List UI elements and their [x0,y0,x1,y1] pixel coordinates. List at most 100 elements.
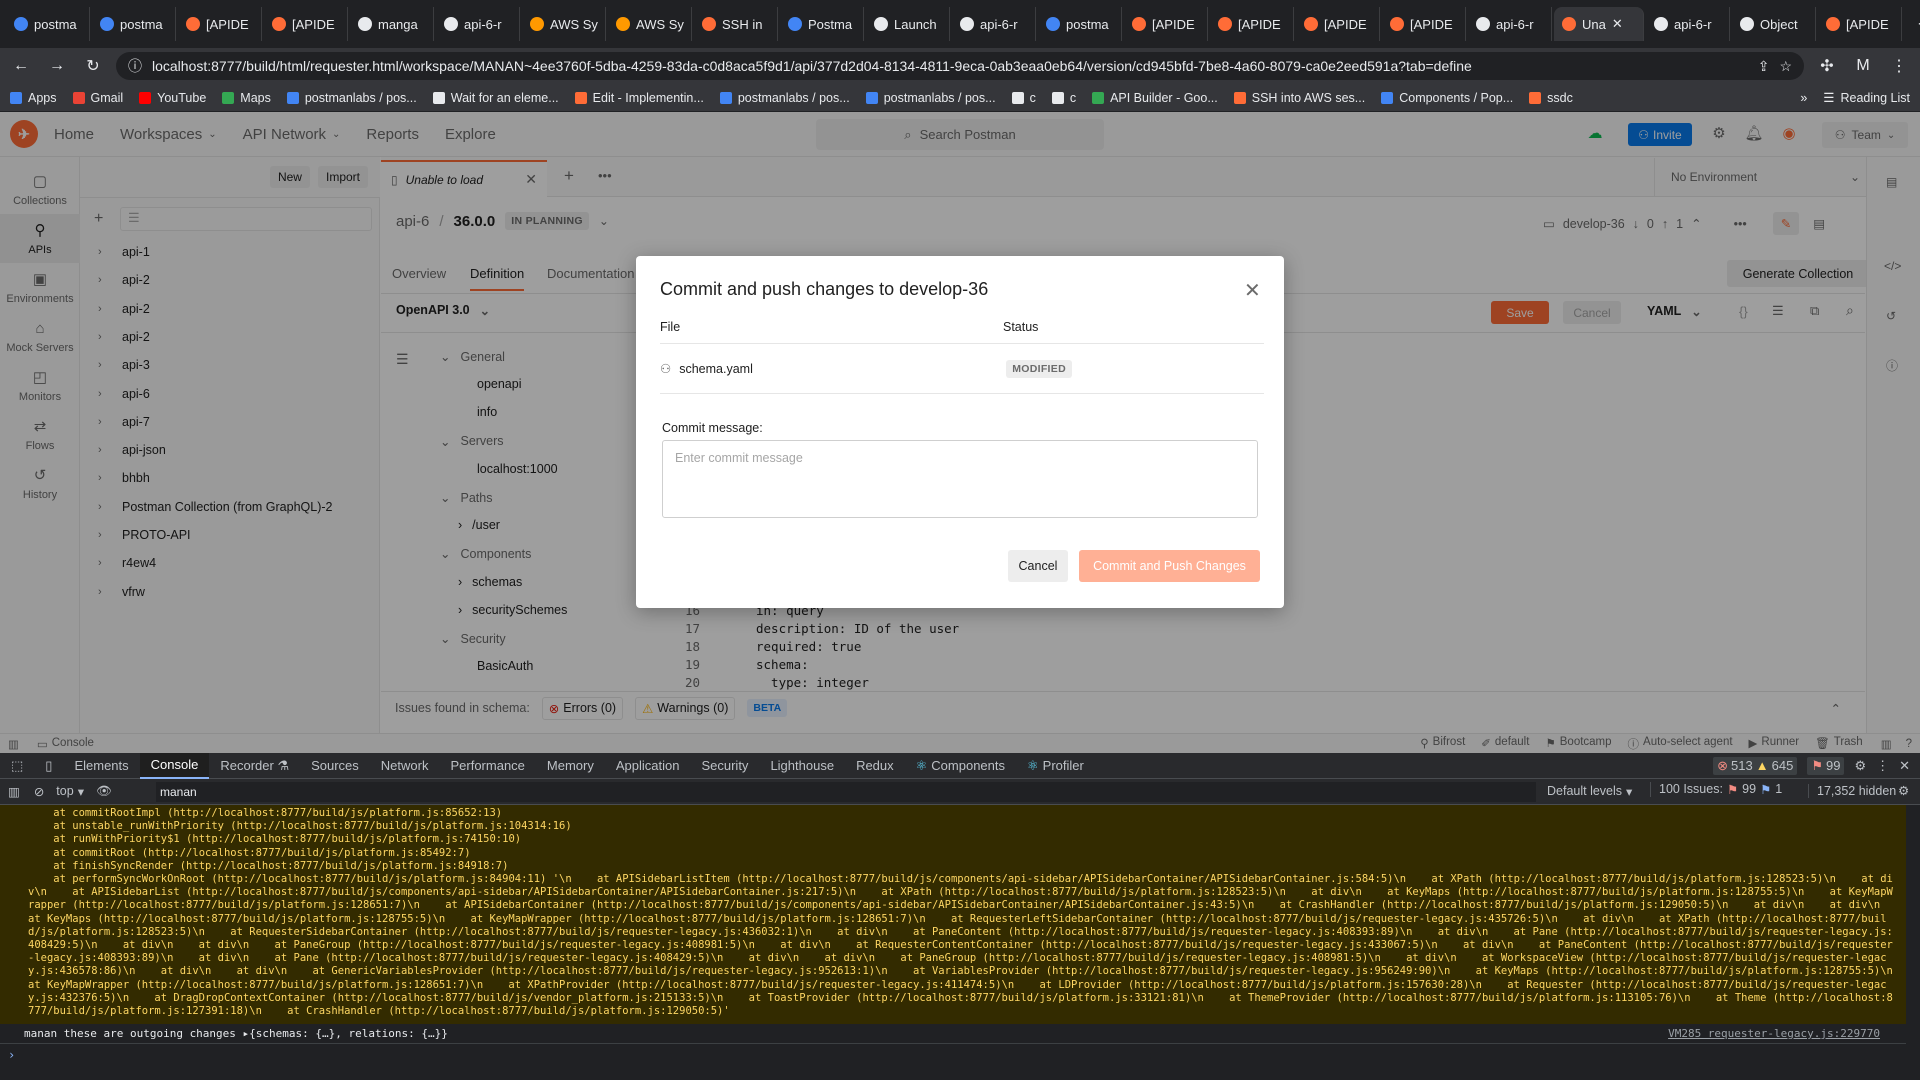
clear-console-icon[interactable]: ⊘ [28,784,50,799]
bookmark-icon [1233,91,1246,104]
site-info-icon[interactable]: ⓘ [128,56,142,76]
devtools-tab-application[interactable]: Application [605,753,691,779]
modal-cancel-button[interactable]: Cancel [1008,550,1068,582]
browser-tab[interactable]: api-6-r [436,7,520,41]
browser-tab[interactable]: [APIDE [1210,7,1294,41]
devtools-tab-profiler[interactable]: ⚛ Profiler [1016,753,1095,779]
browser-tab[interactable]: SSH in [694,7,778,41]
commit-message-input[interactable] [662,440,1258,518]
issue-info-icon: ⚑ [1760,783,1772,797]
device-toolbar-icon[interactable]: ▯ [34,753,63,779]
browser-tab[interactable]: [APIDE [178,7,262,41]
bookmark-item[interactable]: API Builder - Goo... [1092,91,1218,105]
log-source-link[interactable]: VM285 requester-legacy.js:229770 [1668,1027,1880,1040]
bookmark-icon [1051,91,1064,104]
filter-icon[interactable]: ☰ [128,210,140,226]
browser-menu-icon[interactable]: ⋮ [1886,56,1912,76]
browser-tab[interactable]: Launch [866,7,950,41]
devtools-settings-icon[interactable]: ⚙ [1854,758,1866,774]
bookmark-item[interactable]: YouTube [139,91,206,105]
close-icon[interactable]: ✕ [1612,16,1623,32]
browser-tab[interactable]: [APIDE [1124,7,1208,41]
bookmark-item[interactable]: ssdc [1529,91,1573,105]
issues-count[interactable]: ⚑ 99 [1807,756,1845,775]
console-log-message[interactable]: manan these are outgoing changes ▸{schem… [0,1024,1906,1044]
show-sidebar-icon[interactable]: ▥ [0,784,28,799]
bookmark-item[interactable]: postmanlabs / pos... [286,91,417,105]
browser-tab[interactable]: api-6-r [1468,7,1552,41]
address-bar[interactable]: ⓘ localhost:8777/build/html/requester.ht… [116,52,1804,80]
console-settings-icon[interactable]: ⚙ [1898,783,1909,798]
back-icon[interactable]: ← [8,57,34,75]
log-levels-selector[interactable]: Default levels ▾ [1547,784,1632,799]
bookmark-item[interactable]: SSH into AWS ses... [1233,91,1365,105]
devtools-tab-lighthouse[interactable]: Lighthouse [759,753,845,779]
bookmark-list: Apps Gmail YouTube Maps postmanlabs / pos...… [10,91,1784,105]
browser-tab[interactable]: Postma [780,7,864,41]
bookmark-item[interactable]: Maps [222,91,271,105]
browser-tab[interactable]: AWS Sy [522,7,606,41]
bookmark-item[interactable]: Edit - Implementin... [574,91,704,105]
devtools-tab-recorder[interactable]: Recorder ⚗ [209,753,300,779]
error-count[interactable]: ⊗ 513 ▲ 645 [1713,756,1798,775]
devtools-close-icon[interactable]: ✕ [1899,758,1910,774]
devtools-tab-label: Elements [74,758,129,773]
browser-tab[interactable]: postma [1038,7,1122,41]
reading-list[interactable]: ☰ Reading List [1823,90,1910,106]
bookmark-item[interactable]: Wait for an eleme... [432,91,559,105]
context-selector[interactable]: top ▾ [50,784,90,799]
browser-tab[interactable]: api-6-r [952,7,1036,41]
devtools-tab-security[interactable]: Security [690,753,759,779]
browser-tab[interactable]: [APIDE [1818,7,1902,41]
devtools-tab-performance[interactable]: Performance [439,753,535,779]
devtools-tab-network[interactable]: Network [370,753,440,779]
browser-tab[interactable]: [APIDE [264,7,348,41]
close-icon[interactable]: ✕ [1244,278,1261,303]
issues-link[interactable]: 100 Issues: ⚑ 99 ⚑ 1 [1650,782,1782,797]
devtools-tab-elements[interactable]: Elements [63,753,139,779]
bookmark-item[interactable]: Components / Pop... [1381,91,1513,105]
browser-tab[interactable]: [APIDE [1382,7,1466,41]
more-bookmarks-icon[interactable]: » [1800,91,1807,105]
bookmark-item[interactable]: postmanlabs / pos... [719,91,850,105]
browser-tab[interactable]: AWS Sy [608,7,692,41]
browser-tab[interactable]: manga [350,7,434,41]
devtools-menu-icon[interactable]: ⋮ [1876,758,1889,774]
devtools-tab-sources[interactable]: Sources [300,753,370,779]
commit-and-push-button[interactable]: Commit and Push Changes [1079,550,1260,582]
browser-tab[interactable]: postma [92,7,176,41]
issue-icon: ⚑ [1811,757,1823,773]
browser-tab[interactable]: [APIDE [1296,7,1380,41]
error-stack-trace: at commitRootImpl (http://localhost:8777… [28,807,503,819]
profile-avatar[interactable]: M [1850,57,1876,75]
browser-tab[interactable]: postma [6,7,90,41]
issues-link-label: 100 Issues: [1659,782,1723,796]
browser-tab[interactable]: api-6-r [1646,7,1730,41]
console-scrollbar[interactable] [1906,805,1920,1080]
devtools-tab-redux[interactable]: Redux [845,753,905,779]
share-icon[interactable]: ⇪ [1758,58,1770,75]
console-prompt[interactable]: › [0,1044,1906,1080]
forward-icon[interactable]: → [44,57,70,75]
devtools-tab-components[interactable]: ⚛ Components [905,753,1016,779]
new-browser-tab-icon[interactable]: + [1904,14,1920,35]
bookmark-item[interactable]: c [1051,91,1076,105]
browser-tab[interactable]: Una ✕ [1554,7,1644,41]
live-expression-icon[interactable]: 👁︎ [90,784,118,799]
bookmark-item[interactable]: postmanlabs / pos... [865,91,996,105]
reload-icon[interactable]: ↻ [80,56,106,76]
url-text: localhost:8777/build/html/requester.html… [152,58,1472,74]
browser-tab[interactable]: Object [1732,7,1816,41]
bookmark-item[interactable]: Gmail [72,91,123,105]
dropdown-icon: ▾ [1626,785,1633,799]
bookmark-item[interactable]: Apps [10,91,57,105]
devtools-tab-console[interactable]: Console [139,752,210,779]
extensions-icon[interactable]: ✣ [1814,56,1840,76]
devtools-tab-memory[interactable]: Memory [536,753,605,779]
bookmark-star-icon[interactable]: ☆ [1779,58,1792,75]
browser-tab-label: [APIDE [1152,16,1195,32]
tab-favicon-icon [530,17,544,31]
console-filter-input[interactable] [156,782,1536,802]
bookmark-item[interactable]: c [1011,91,1036,105]
inspect-element-icon[interactable]: ⬚ [0,753,34,779]
